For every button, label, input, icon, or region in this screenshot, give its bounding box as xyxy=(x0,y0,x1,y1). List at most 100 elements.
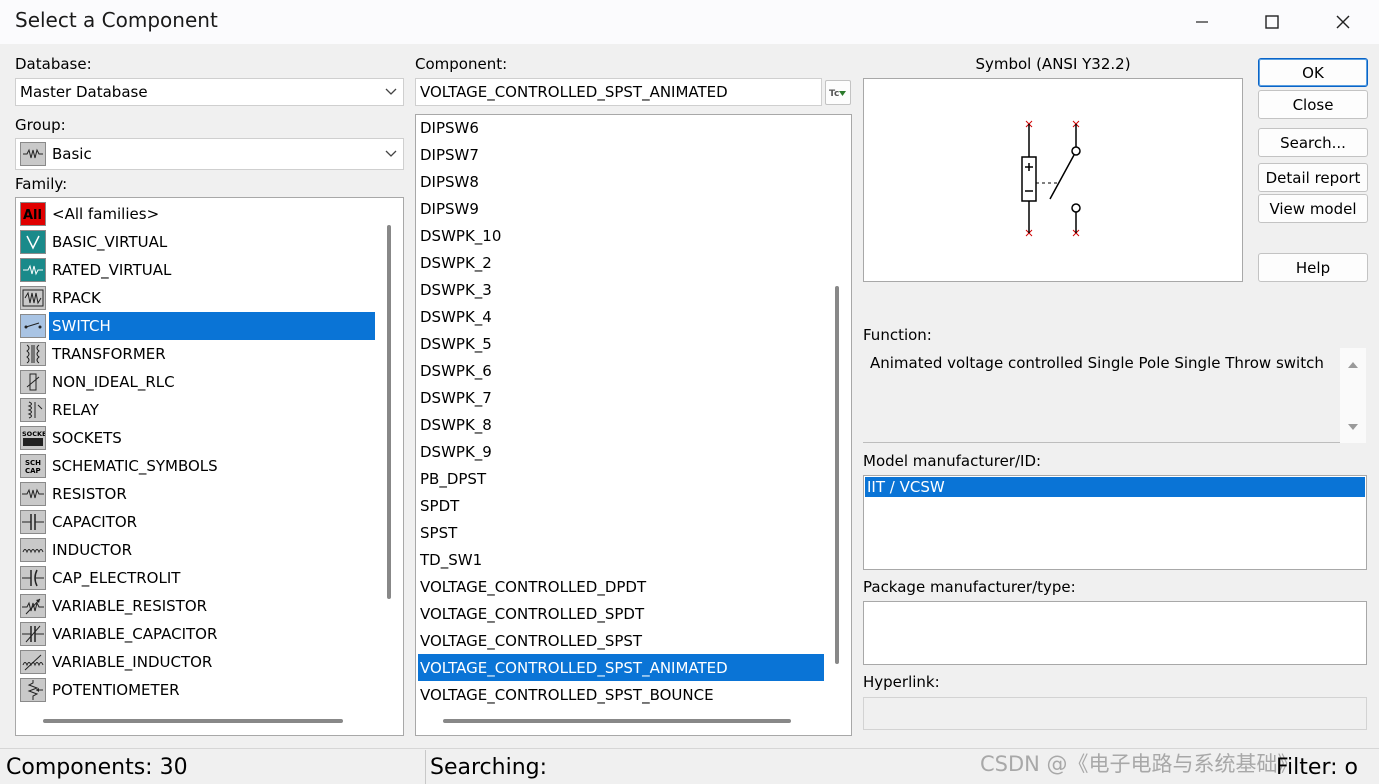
status-components: Components: 30 xyxy=(6,755,188,780)
family-item[interactable]: RPACK xyxy=(20,284,104,312)
family-item[interactable]: CAP_ELECTROLIT xyxy=(20,564,183,592)
component-item[interactable]: VOLTAGE_CONTROLLED_SPST_BOUNCE xyxy=(418,681,824,708)
status-searching: Searching: xyxy=(430,755,548,780)
family-item[interactable]: VARIABLE_RESISTOR xyxy=(20,592,210,620)
family-item[interactable]: POTENTIOMETER xyxy=(20,676,183,704)
search-button[interactable]: Search... xyxy=(1258,128,1368,157)
family-item-label: VARIABLE_INDUCTOR xyxy=(52,653,213,671)
function-box: Animated voltage controlled Single Pole … xyxy=(863,348,1366,443)
status-filter: Filter: o xyxy=(1276,755,1358,780)
family-item-label: TRANSFORMER xyxy=(52,345,166,363)
sockets-icon: SOCKETS xyxy=(20,426,46,450)
family-item-label: VARIABLE_RESISTOR xyxy=(52,597,208,615)
group-select[interactable]: Basic xyxy=(15,138,404,170)
chevron-down-icon xyxy=(379,150,403,158)
component-item[interactable]: SPDT xyxy=(418,492,824,519)
svg-text:SCH: SCH xyxy=(25,459,41,467)
family-item[interactable]: SOCKETS SOCKETS xyxy=(20,424,125,452)
component-item[interactable]: SPST xyxy=(418,519,824,546)
family-horizontal-scrollbar[interactable] xyxy=(43,719,343,723)
component-item[interactable]: VOLTAGE_CONTROLLED_SPDT xyxy=(418,600,824,627)
family-item-label: CAP_ELECTROLIT xyxy=(52,569,181,587)
group-value: Basic xyxy=(52,145,92,163)
family-label: Family: xyxy=(15,175,68,193)
ok-button[interactable]: OK xyxy=(1258,58,1368,87)
component-item[interactable]: DIPSW6 xyxy=(418,115,824,141)
package-list[interactable] xyxy=(863,601,1367,665)
maximize-button[interactable] xyxy=(1237,0,1307,44)
filter-button[interactable]: Tc xyxy=(825,80,851,105)
family-vertical-scrollbar[interactable] xyxy=(387,225,391,599)
family-item[interactable]: VARIABLE_INDUCTOR xyxy=(20,648,215,676)
close-button[interactable]: Close xyxy=(1258,90,1368,119)
resistor-icon xyxy=(20,482,46,506)
component-item[interactable]: DIPSW7 xyxy=(418,141,824,168)
status-divider xyxy=(425,750,426,784)
close-window-button[interactable] xyxy=(1308,0,1378,44)
family-item[interactable]: BASIC_VIRTUAL xyxy=(20,228,170,256)
non-ideal-rlc-icon xyxy=(20,370,46,394)
component-item[interactable]: DSWPK_3 xyxy=(418,276,824,303)
component-item[interactable]: DSWPK_10 xyxy=(418,222,824,249)
basic-virtual-icon xyxy=(20,230,46,254)
svg-text:SOCKETS: SOCKETS xyxy=(22,430,45,438)
family-item-label: INDUCTOR xyxy=(52,541,133,559)
symbol-preview xyxy=(863,78,1243,282)
component-item[interactable]: DIPSW8 xyxy=(418,168,824,195)
potentiometer-icon xyxy=(20,678,46,702)
component-item[interactable]: DSWPK_4 xyxy=(418,303,824,330)
component-item[interactable]: VOLTAGE_CONTROLLED_DPDT xyxy=(418,573,824,600)
family-item[interactable]: RESISTOR xyxy=(20,480,130,508)
model-item-selected[interactable]: IIT / VCSW xyxy=(865,477,1365,497)
database-select[interactable]: Master Database xyxy=(15,78,404,106)
view-model-button[interactable]: View model xyxy=(1258,194,1368,223)
transformer-icon xyxy=(20,342,46,366)
family-item[interactable]: TRANSFORMER xyxy=(20,340,169,368)
family-item[interactable]: INDUCTOR xyxy=(20,536,135,564)
family-item[interactable]: RELAY xyxy=(20,396,102,424)
component-item[interactable]: VOLTAGE_CONTROLLED_SPST_ANIMATED xyxy=(418,654,824,681)
component-item[interactable]: DSWPK_5 xyxy=(418,330,824,357)
variable-capacitor-icon xyxy=(20,622,46,646)
component-item[interactable]: TD_SW1 xyxy=(418,546,824,573)
help-button[interactable]: Help xyxy=(1258,253,1368,282)
capacitor-icon xyxy=(20,510,46,534)
family-item-label: RPACK xyxy=(52,289,101,307)
inductor-icon xyxy=(20,538,46,562)
rpack-icon xyxy=(20,286,46,310)
model-list[interactable]: IIT / VCSW xyxy=(863,475,1367,570)
family-item[interactable]: SWITCH xyxy=(20,312,375,340)
family-item[interactable]: All <All families> xyxy=(20,200,162,228)
component-item[interactable]: DSWPK_6 xyxy=(418,357,824,384)
detail-report-button[interactable]: Detail report xyxy=(1258,163,1368,192)
family-list[interactable]: All <All families> BASIC_VIRTUAL RATED_VIRT… xyxy=(15,197,404,736)
component-item[interactable]: DSWPK_8 xyxy=(418,411,824,438)
family-item[interactable]: SCH CAP SCHEMATIC_SYMBOLS xyxy=(20,452,221,480)
family-item-label: NON_IDEAL_RLC xyxy=(52,373,175,391)
family-item[interactable]: RATED_VIRTUAL xyxy=(20,256,174,284)
component-item[interactable]: DSWPK_9 xyxy=(418,438,824,465)
hyperlink-field[interactable] xyxy=(863,697,1367,730)
component-vertical-scrollbar[interactable] xyxy=(835,286,839,664)
family-item-label: <All families> xyxy=(52,205,160,223)
minimize-button[interactable] xyxy=(1167,0,1237,44)
family-item-label: CAPACITOR xyxy=(52,513,138,531)
component-item[interactable]: DSWPK_7 xyxy=(418,384,824,411)
basic-group-icon xyxy=(20,142,46,166)
component-horizontal-scrollbar[interactable] xyxy=(443,719,791,723)
scroll-up-icon xyxy=(1348,362,1358,368)
function-scrollbar[interactable] xyxy=(1340,348,1366,443)
family-item[interactable]: NON_IDEAL_RLC xyxy=(20,368,178,396)
component-item[interactable]: VOLTAGE_CONTROLLED_SPST xyxy=(418,627,824,654)
family-item[interactable]: CAPACITOR xyxy=(20,508,140,536)
variable-resistor-icon xyxy=(20,594,46,618)
family-item[interactable]: VARIABLE_CAPACITOR xyxy=(20,620,220,648)
cap-electrolit-icon xyxy=(20,566,46,590)
component-item[interactable]: DSWPK_2 xyxy=(418,249,824,276)
all-families-icon: All xyxy=(20,202,46,226)
component-item[interactable]: PB_DPST xyxy=(418,465,824,492)
component-input[interactable]: VOLTAGE_CONTROLLED_SPST_ANIMATED xyxy=(415,78,822,106)
component-item[interactable]: DIPSW9 xyxy=(418,195,824,222)
component-list[interactable]: DIPSW6 DIPSW7 DIPSW8 DIPSW9 DSWPK_10 DSWPK_2 D… xyxy=(415,114,852,736)
family-item-label: RATED_VIRTUAL xyxy=(52,261,172,279)
